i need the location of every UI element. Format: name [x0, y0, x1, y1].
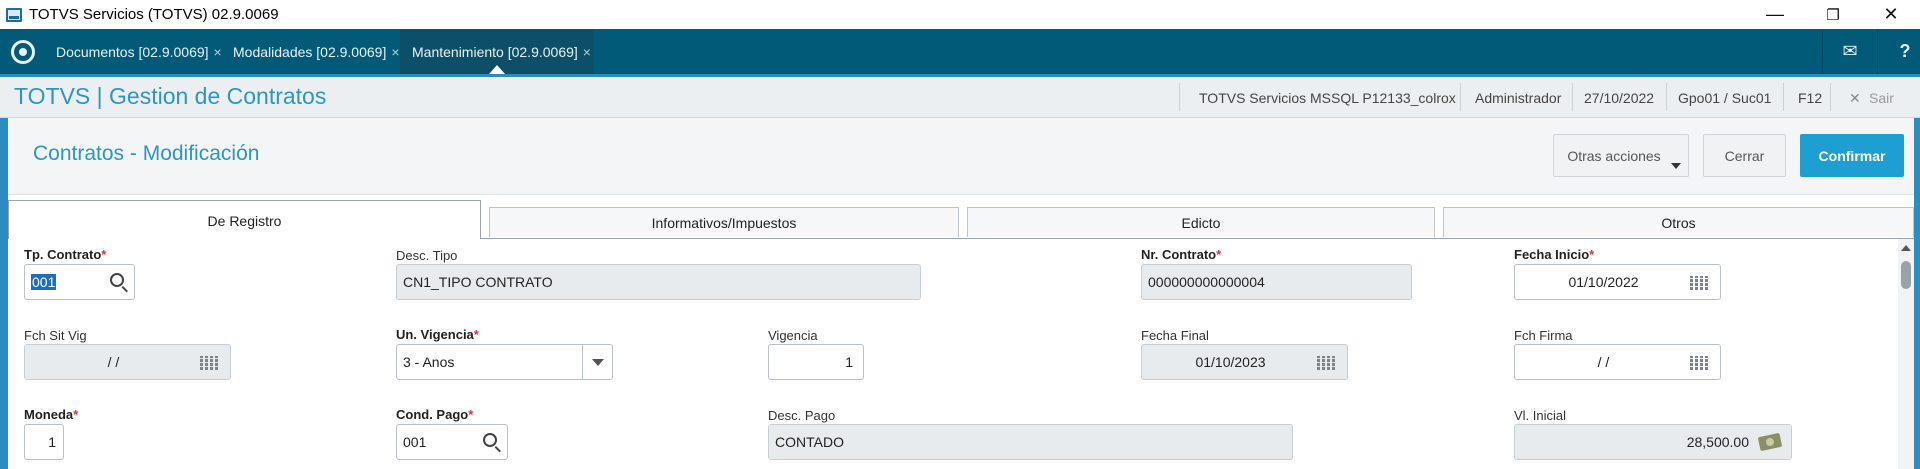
vigencia-input[interactable]: 1 [768, 344, 864, 380]
folder-tab-otros[interactable]: Otros [1443, 207, 1914, 237]
fecha-inicio-input[interactable]: 01/10/2022 [1514, 264, 1721, 300]
money-icon[interactable] [1757, 432, 1783, 452]
tp-contrato-label: Tp. Contrato* [24, 247, 107, 262]
app-header: TOTVS | Gestion de Contratos TOTVS Servi… [0, 74, 1920, 118]
cond-pago-label: Cond. Pago* [396, 407, 474, 422]
search-icon[interactable] [483, 433, 497, 447]
tab-documentos[interactable]: Documentos [02.9.0069] × [44, 29, 222, 74]
tab-close-icon[interactable]: × [583, 44, 591, 60]
cond-pago-input[interactable]: 001 [396, 424, 508, 460]
folder-tab-informativos[interactable]: Informativos/Impuestos [489, 207, 959, 237]
left-frame-edge [0, 118, 8, 469]
fecha-inicio-value: 01/10/2022 [1568, 274, 1639, 290]
cond-pago-value: 001 [403, 434, 427, 450]
fecha-final-field: 01/10/2023 [1141, 344, 1348, 380]
vl-inicial-label: Vl. Inicial [1514, 408, 1567, 423]
fch-firma-label: Fch Firma [1514, 328, 1573, 343]
totvs-logo-icon[interactable] [11, 40, 35, 64]
un-vigencia-select[interactable]: 3 - Anos [396, 344, 613, 380]
vl-inicial-field: 28,500.00 [1514, 424, 1792, 460]
page-header: Contratos - Modificación Otras acciones … [8, 118, 1914, 195]
desc-pago-field: CONTADO [768, 424, 1293, 460]
other-actions-label: Otras acciones [1567, 147, 1661, 164]
right-frame-edge [1914, 118, 1920, 469]
fch-sit-vig-field: / / [24, 344, 231, 380]
user-info[interactable]: Administrador [1475, 90, 1561, 106]
fch-firma-value: / / [1597, 354, 1610, 370]
other-actions-button[interactable]: Otras acciones [1553, 134, 1689, 177]
fch-sit-vig-value: / / [107, 354, 120, 370]
tab-label: Documentos [02.9.0069] [56, 43, 209, 60]
environment-info: TOTVS Servicios MSSQL P12133_colrox [1199, 90, 1456, 106]
exit-label[interactable]: Sair [1869, 90, 1894, 106]
scroll-up-icon[interactable] [1901, 245, 1911, 251]
window-title: TOTVS Servicios (TOTVS) 02.9.0069 [29, 6, 279, 23]
form-scrollbar[interactable] [1898, 239, 1914, 469]
tab-mantenimiento[interactable]: Mantenimiento [02.9.0069] × [400, 29, 594, 74]
un-vigencia-label: Un. Vigencia* [396, 327, 479, 342]
fecha-final-value: 01/10/2023 [1195, 354, 1266, 370]
active-tab-caret [489, 65, 505, 74]
desc-pago-label: Desc. Pago [768, 408, 836, 423]
shortcut-f12[interactable]: F12 [1798, 90, 1822, 106]
folder-tabs: De Registro Informativos/Impuestos Edict… [8, 195, 1914, 240]
chevron-down-icon [1671, 163, 1681, 169]
mail-icon[interactable]: ✉ [1822, 29, 1877, 74]
date-info: 27/10/2022 [1584, 90, 1655, 106]
window-titlebar: TOTVS Servicios (TOTVS) 02.9.0069 — ❐ ✕ [0, 0, 1920, 29]
restore-button[interactable]: ❐ [1804, 0, 1862, 29]
calendar-icon [1317, 356, 1337, 370]
vigencia-label: Vigencia [768, 328, 818, 343]
tp-contrato-value: 001 [31, 274, 57, 290]
fecha-final-label: Fecha Final [1141, 328, 1209, 343]
moneda-label: Moneda* [24, 407, 79, 422]
desc-tipo-label: Desc. Tipo [396, 248, 458, 263]
minimize-button[interactable]: — [1746, 0, 1804, 29]
tp-contrato-input[interactable]: 001 [24, 264, 135, 300]
app-title: TOTVS | Gestion de Contratos [14, 83, 327, 109]
app-window-icon [6, 7, 22, 22]
page-title: Contratos - Modificación [33, 142, 260, 165]
un-vigencia-value: 3 - Anos [403, 354, 455, 370]
document-tabbar: Documentos [02.9.0069] × Modalidades [02… [0, 29, 1920, 74]
contract-form: Tp. Contrato* 001 Desc. Tipo CN1_TIPO CO… [8, 239, 1898, 469]
chevron-down-icon[interactable] [582, 345, 612, 379]
vl-inicial-value: 28,500.00 [1686, 434, 1749, 450]
calendar-icon[interactable] [1690, 276, 1710, 290]
nr-contrato-field: 000000000000004 [1141, 264, 1412, 300]
calendar-icon [200, 356, 220, 370]
exit-icon[interactable]: ✕ [1849, 90, 1861, 107]
tab-close-icon[interactable]: × [391, 44, 399, 60]
fch-firma-input[interactable]: / / [1514, 344, 1721, 380]
tab-label: Mantenimiento [02.9.0069] [412, 43, 578, 60]
tab-modalidades[interactable]: Modalidades [02.9.0069] × [221, 29, 400, 74]
calendar-icon[interactable] [1690, 356, 1710, 370]
close-button[interactable]: Cerrar [1703, 134, 1786, 177]
confirm-button[interactable]: Confirmar [1800, 134, 1904, 177]
fecha-inicio-label: Fecha Inicio* [1514, 247, 1595, 262]
fch-sit-vig-label: Fch Sit Vig [24, 328, 87, 343]
help-icon[interactable]: ? [1877, 29, 1920, 74]
desc-tipo-field: CN1_TIPO CONTRATO [396, 264, 921, 300]
folder-tab-edicto[interactable]: Edicto [967, 207, 1435, 237]
scroll-thumb[interactable] [1901, 261, 1911, 289]
nr-contrato-label: Nr. Contrato* [1141, 247, 1222, 262]
branch-info[interactable]: Gpo01 / Suc01 [1678, 90, 1771, 106]
folder-tab-de-registro[interactable]: De Registro [8, 200, 481, 240]
window-close-button[interactable]: ✕ [1862, 0, 1920, 29]
search-icon[interactable] [110, 273, 124, 287]
tab-label: Modalidades [02.9.0069] [233, 43, 387, 60]
moneda-input[interactable]: 1 [24, 424, 64, 460]
